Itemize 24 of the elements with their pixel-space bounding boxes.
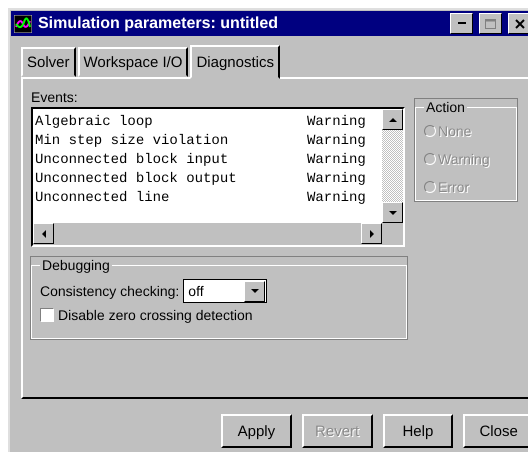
- event-action[interactable]: Warning: [307, 132, 366, 148]
- action-title: Action: [425, 99, 466, 115]
- event-action[interactable]: Warning: [307, 114, 366, 130]
- consistency-label: Consistency checking:: [40, 283, 180, 299]
- dialog-button[interactable]: Apply: [221, 414, 292, 448]
- event-action[interactable]: Warning: [307, 170, 366, 186]
- events-list[interactable]: Algebraic loop Warning Min step size violation Warning Unconnected block input Warning Unconnected block output Warning Unconnected line Warning: [31, 107, 405, 247]
- window-title: Simulation parameters: untitled: [38, 14, 280, 32]
- zero-crossing-label: Disable zero crossing detection: [58, 307, 253, 323]
- events-label: Events:: [31, 89, 79, 105]
- event-name[interactable]: Unconnected block output: [35, 170, 307, 186]
- event-action[interactable]: Warning: [307, 190, 366, 206]
- event-name[interactable]: Min step size violation: [35, 132, 307, 148]
- dialog-button[interactable]: Close: [463, 414, 528, 448]
- consistency-dropdown[interactable]: off: [183, 279, 268, 303]
- tab[interactable]: Diagnostics: [190, 45, 280, 79]
- dialog-button[interactable]: Help: [382, 414, 454, 448]
- tab[interactable]: Solver: [21, 47, 76, 77]
- event-name[interactable]: Unconnected line: [35, 190, 307, 206]
- event-action[interactable]: Warning: [307, 152, 366, 168]
- event-name[interactable]: Algebraic loop: [35, 114, 307, 130]
- tab[interactable]: Workspace I/O: [78, 47, 188, 77]
- debugging-title: Debugging: [41, 257, 111, 273]
- event-name[interactable]: Unconnected block input: [35, 152, 307, 168]
